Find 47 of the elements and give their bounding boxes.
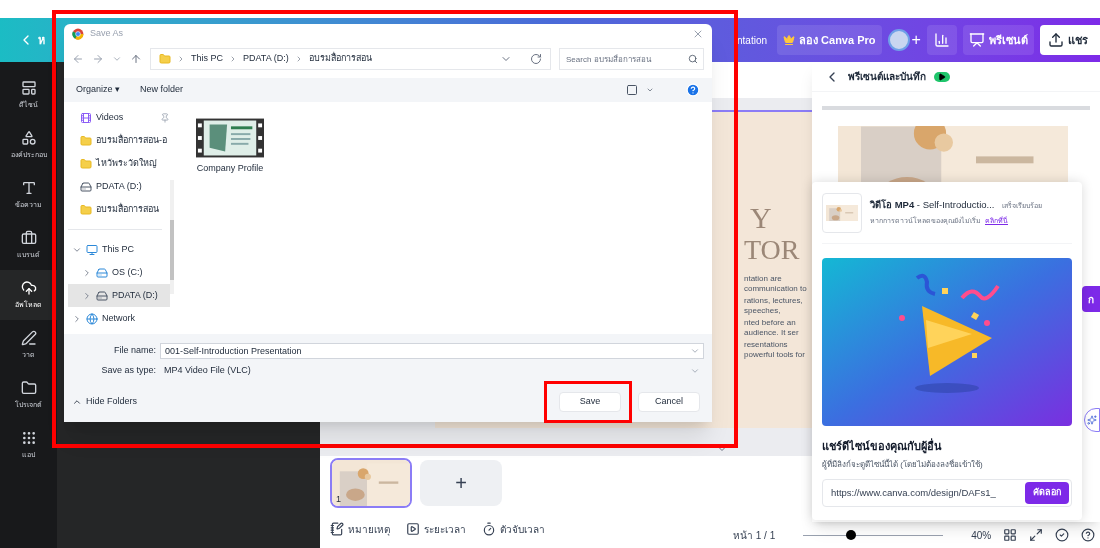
search-field[interactable]: Search อบรมสื่อการสอน [559,48,704,70]
share-button[interactable]: แชร [1039,25,1100,55]
save-button[interactable]: Save [559,392,621,412]
add-button[interactable]: + [911,28,921,52]
page-thumbnail[interactable]: 1 [330,458,412,508]
zoom-reading: 40% [971,528,992,543]
panel-button[interactable]: ก [1082,286,1100,312]
nav-item[interactable]: Videos [68,106,170,129]
duration-button[interactable]: ระยะเวลา [406,521,466,537]
nav-item[interactable]: PDATA (D:) [68,175,170,198]
breadcrumb-item[interactable]: อบรมสื่อการสอน [308,52,372,66]
hide-folders-button[interactable]: Hide Folders [72,395,138,409]
nav-item[interactable]: ไหว้พระวัดใหญ่ [68,152,170,175]
field-label: Save as type: [100,364,156,378]
nav-tree-item[interactable]: PDATA (D:) [68,284,170,307]
add-page-button[interactable]: + [420,460,502,506]
field-label: File name: [112,344,156,358]
slide-text: resentations powerful tools for [744,340,806,360]
share-heading: แชร์ดีไซน์ของคุณกับผู้อื่น [822,438,943,455]
timer-button[interactable]: ตัวจับเวลา [482,521,545,537]
file-item[interactable]: Company Profile [190,118,270,318]
file-name-field[interactable]: 001-Self-Introduction Presentation [160,343,704,359]
try-pro-button[interactable]: ลอง Canva Pro [777,25,882,55]
new-folder-button[interactable]: New folder [140,83,184,97]
notes-button[interactable]: หมายเหตุ [330,521,390,537]
slide-title: TOR [744,234,801,266]
organize-menu[interactable]: Organize ▾ [76,83,121,97]
design-title[interactable]: ntation [737,32,768,48]
breadcrumb-item[interactable]: This PC [191,52,223,66]
nav-tree-item[interactable]: This PC [68,238,170,261]
panel-title: พรีเซนต์และบันทึก [848,70,926,84]
present-button[interactable]: พรีเซนต์ [962,25,1034,55]
breadcrumb-item[interactable]: PDATA (D:) [243,52,289,66]
address-bar[interactable]: This PC PDATA (D:) อบรมสื่อการสอน [150,48,551,70]
dialog-title: Save As [90,27,124,41]
page-indicator: หน้า 1 / 1 [733,528,776,543]
nav-tree-item[interactable]: OS (C:) [68,261,170,284]
nav-item[interactable]: อบรมสื่อการสอน [68,198,170,221]
file-title: วิดีโอ MP4 - Self-Introductio... [870,198,995,213]
share-description: ผู้ที่มีลิงก์จะดูดีไซน์นี้ได้ (โดยไม่ต้องลงชื่อเข้าใช้) [822,458,984,471]
page-number: 1 [336,492,341,506]
nav-tree-item[interactable]: Network [68,307,170,330]
file-type-select[interactable]: MP4 Video File (VLC) [160,363,704,379]
copy-button[interactable]: คัดลอก [1025,481,1069,504]
slide-title: Y [749,202,773,234]
nav-item[interactable]: อบรมสื่อการสอน-อ [68,129,170,152]
cancel-button[interactable]: Cancel [638,392,700,412]
